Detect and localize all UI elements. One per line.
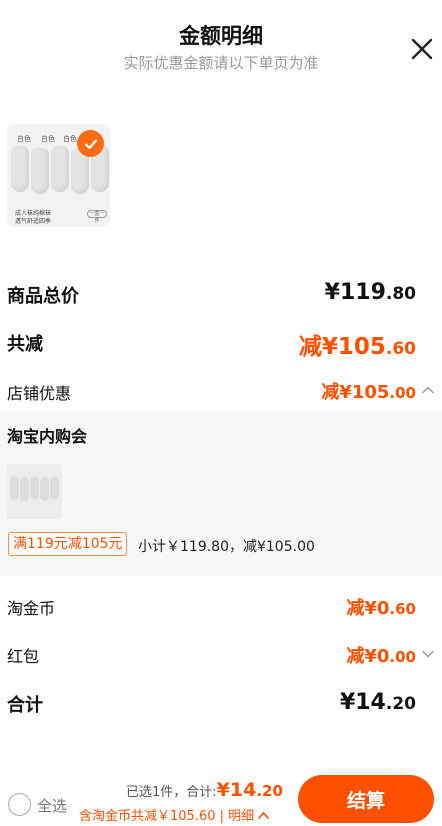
price-dec: .00 [389,648,416,666]
chevron-down-icon[interactable] [421,646,435,660]
image-pill: 一盒一件 [87,210,107,224]
sock-shape [20,477,29,501]
sheet-title: 金额明细 [179,24,263,48]
sock-shape [30,476,39,500]
price-int: ¥119 [324,280,386,305]
sock-shape [31,148,49,194]
total-label: 合计 [7,695,43,716]
total-price-label: 商品总价 [7,286,79,307]
price-int: 减¥0 [346,598,390,619]
close-icon[interactable] [409,36,435,62]
store-discount-label: 店铺优惠 [7,384,72,403]
coins-label: 淘金币 [7,599,56,618]
price-dec: .00 [389,384,416,402]
price-int: 减¥0 [346,646,390,667]
sock-shape [10,476,19,500]
image-caption: 透气舒适四季 [15,218,52,225]
red-packet-label: 红包 [7,647,40,666]
select-all-radio[interactable] [8,793,31,816]
coins-value: 减¥0 .60 [346,594,416,620]
selected-summary: 已选1件，合计: ¥14 .20 [126,779,283,801]
image-label: 白色 [41,135,55,143]
discount-value: 减¥105 .60 [299,327,416,361]
selected-amount-dec: .20 [256,782,283,800]
checkmark-icon[interactable] [77,130,104,157]
image-label: 白色 [17,135,31,143]
sock-shape [51,146,69,192]
price-dec: .80 [385,284,416,304]
price-dec: .60 [385,339,416,359]
selected-amount-int: ¥14 [216,779,257,801]
detail-toggle[interactable]: 含淘金币共减￥105.60 | 明细 [79,805,270,824]
promo-badge: 满119元减105元 [8,532,128,556]
sock-shape [40,477,49,501]
sock-shape [50,476,59,500]
red-packet-value[interactable]: 减¥0 .00 [346,642,416,668]
price-dec: .20 [385,694,416,714]
chevron-up-icon [258,811,270,819]
discount-label: 共减 [7,334,43,355]
chevron-up-icon[interactable] [421,382,435,396]
select-all-label[interactable]: 全选 [37,795,67,816]
image-label: 白色 [63,135,77,143]
sheet-subtitle: 实际优惠金额请以下单页为准 [123,54,319,72]
store-subtotal: 小计￥119.80，减¥105.00 [138,539,315,555]
sock-shape [11,146,29,192]
checkout-button[interactable]: 结算 [298,775,434,823]
total-value: ¥14 .20 [340,690,416,715]
store-discount-value[interactable]: 减¥105 .00 [321,378,416,404]
store-name: 淘宝内购会 [7,427,88,446]
total-price-value: ¥119 .80 [325,280,416,305]
product-thumbnail [7,464,62,519]
price-dec: .60 [389,600,416,618]
price-int: 减¥105 [321,382,390,403]
price-int: 减¥105 [298,334,386,360]
selected-text: 已选1件，合计: [126,785,217,800]
price-int: ¥14 [339,690,386,715]
detail-text: 含淘金币共减￥105.60 | 明细 [79,809,255,824]
amount-detail-sheet: 金额明细 实际优惠金额请以下单页为准 白色 白色 白色 成人袜纯棉袜 透气舒适四… [0,0,442,826]
